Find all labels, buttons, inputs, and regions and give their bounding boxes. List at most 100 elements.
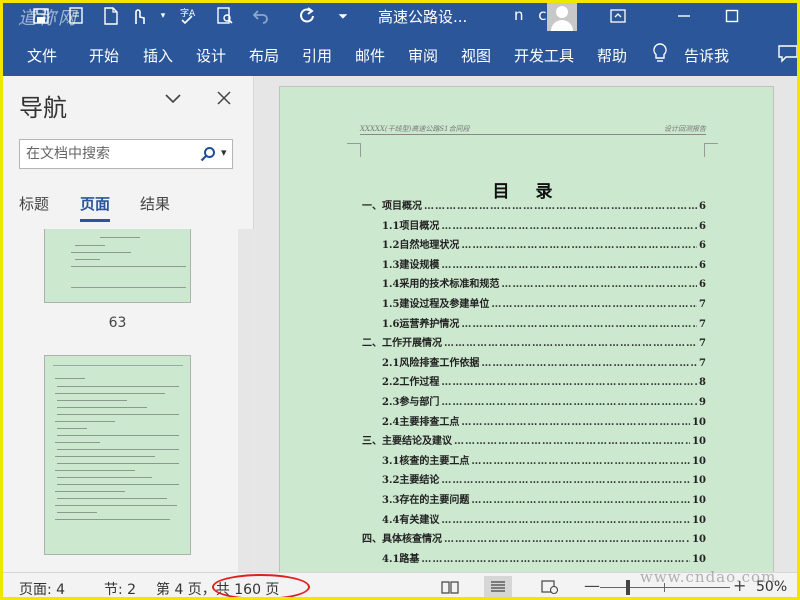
toc-entry-label: 3.1核查的主要工点 xyxy=(382,455,470,467)
page-thumbnail[interactable] xyxy=(44,229,191,303)
toc-entry[interactable]: 三、主要结论及建议…………………………………………………………………………………… xyxy=(362,433,706,447)
tab-design[interactable]: 设计 xyxy=(196,45,226,66)
search-box: ▾ xyxy=(19,139,233,169)
header-left-text: XXXXX(干线型)高速公路S1合同段 xyxy=(360,125,470,133)
undo-icon[interactable] xyxy=(250,4,272,28)
toc-entry-label: 1.6运营养护情况 xyxy=(382,318,460,330)
nav-tab-headings[interactable]: 标题 xyxy=(19,193,49,214)
toc-entry[interactable]: 2.2工作过程………………………………………………………………………………………… xyxy=(382,374,706,388)
status-page[interactable]: 页面: 4 xyxy=(19,579,65,599)
zoom-out-button[interactable]: — xyxy=(584,576,600,595)
toc-entry[interactable]: 1.5建设过程及参建单位…………………………………………………………………………… xyxy=(382,296,706,310)
toc-entry-label: 1.5建设过程及参建单位 xyxy=(382,299,490,310)
tab-references[interactable]: 引用 xyxy=(302,45,332,66)
tab-file[interactable]: 文件 xyxy=(27,45,57,66)
toc-entry-label: 2.4主要排查工点 xyxy=(382,416,460,428)
touch-mode-icon[interactable] xyxy=(66,4,88,28)
toc-leader-dots: …………………………………………………………………………………………………………… xyxy=(441,475,691,487)
zoom-slider-thumb[interactable] xyxy=(626,580,630,595)
tab-review[interactable]: 审阅 xyxy=(408,45,438,66)
toc-entry-label: 1.2自然地理状况 xyxy=(382,240,460,252)
document-title: 高速公路设... xyxy=(378,8,468,26)
nav-tab-results[interactable]: 结果 xyxy=(140,193,170,214)
tab-mailings[interactable]: 邮件 xyxy=(355,45,385,66)
toc-entry-label: 2.2工作过程 xyxy=(382,377,440,389)
toc-entry[interactable]: 二、工作开展情况……………………………………………………………………………………… xyxy=(362,335,706,349)
document-page[interactable]: XXXXX(干线型)高速公路S1合同段 设计回测报告 目 录 一、项目概况………… xyxy=(279,86,774,572)
toc-entry[interactable]: 4.4有关建议………………………………………………………………………………………… xyxy=(382,512,706,526)
new-document-icon[interactable] xyxy=(100,4,122,28)
active-tab-indicator xyxy=(80,219,110,222)
toc-entry[interactable]: 四、具体核查情况……………………………………………………………………………………… xyxy=(362,531,706,545)
save-icon[interactable] xyxy=(30,4,52,28)
search-input[interactable] xyxy=(26,144,194,164)
search-options-chevron-icon[interactable]: ▾ xyxy=(221,146,227,159)
toc-leader-dots: …………………………………………………………………………………………………………… xyxy=(424,201,698,212)
toc-entry[interactable]: 2.4主要排查工点…………………………………………………………………………………… xyxy=(382,414,706,428)
tab-insert[interactable]: 插入 xyxy=(143,45,173,66)
toc-entry-label: 1.4采用的技术标准和规范 xyxy=(382,279,500,291)
tab-help[interactable]: 帮助 xyxy=(597,45,627,66)
page-thumbnail[interactable] xyxy=(44,355,191,555)
toc-entry[interactable]: 1.1项目概况………………………………………………………………………………………… xyxy=(382,218,706,232)
highlight-annotation-circle xyxy=(212,574,310,600)
tab-developer[interactable]: 开发工具 xyxy=(514,45,574,66)
tab-home[interactable]: 开始 xyxy=(89,45,119,66)
toc-entry-page: 7 xyxy=(699,318,706,330)
document-area[interactable]: XXXXX(干线型)高速公路S1合同段 设计回测报告 目 录 一、项目概况………… xyxy=(255,76,800,572)
maximize-icon[interactable] xyxy=(712,2,752,30)
toc-leader-dots: …………………………………………………………………………………………………………… xyxy=(491,299,697,310)
toc-entry-page: 10 xyxy=(692,416,706,428)
nav-tab-pages[interactable]: 页面 xyxy=(80,193,110,214)
print-layout-icon[interactable] xyxy=(484,576,512,598)
toc-leader-dots: …………………………………………………………………………………………………………… xyxy=(461,416,691,428)
spelling-icon[interactable]: 字A xyxy=(178,4,200,28)
nav-pane-scrollbar[interactable] xyxy=(238,229,254,572)
tab-layout[interactable]: 布局 xyxy=(249,45,279,66)
avatar[interactable] xyxy=(547,1,577,31)
toc-entry-page: 7 xyxy=(699,299,706,310)
toc-entry[interactable]: 一、项目概况…………………………………………………………………………………………… xyxy=(362,198,706,212)
toc-entry[interactable]: 2.3参与部门………………………………………………………………………………………… xyxy=(382,394,706,408)
touch-icon[interactable] xyxy=(128,4,150,28)
toc-leader-dots: …………………………………………………………………………………………………………… xyxy=(461,240,698,252)
toc-entry[interactable]: 1.6运营养护情况…………………………………………………………………………………… xyxy=(382,316,706,330)
toc-entry[interactable]: 3.3存在的主要问题………………………………………………………………………………… xyxy=(382,492,706,506)
toc-leader-dots: …………………………………………………………………………………………………………… xyxy=(471,495,691,506)
minimize-icon[interactable] xyxy=(664,2,704,30)
customize-qat-icon[interactable]: ⏷ xyxy=(332,4,354,28)
customize-small-icon[interactable]: ▾ xyxy=(152,4,174,28)
toc-entry-label: 3.3存在的主要问题 xyxy=(382,495,470,506)
read-mode-icon[interactable] xyxy=(436,576,464,598)
toc-entry[interactable]: 3.1核查的主要工点………………………………………………………………………………… xyxy=(382,453,706,467)
toc-entry-page: 6 xyxy=(699,220,706,232)
toc-entry-label: 1.3建设规模 xyxy=(382,259,440,271)
zoom-slider[interactable] xyxy=(600,587,730,588)
search-icon[interactable] xyxy=(200,146,216,162)
toc-entry[interactable]: 1.2自然地理状况…………………………………………………………………………………… xyxy=(382,237,706,251)
nav-pane-title: 导航 xyxy=(19,94,67,122)
user-name[interactable]: n c xyxy=(514,6,552,24)
header-right-text: 设计回测报告 xyxy=(664,125,706,133)
ribbon-display-options-icon[interactable] xyxy=(598,2,638,30)
toc-entry[interactable]: 1.4采用的技术标准和规范………………………………………………………………………… xyxy=(382,276,706,290)
toc-entry-page: 6 xyxy=(699,201,706,212)
redo-icon[interactable] xyxy=(296,4,318,28)
toc-entry-label: 4.4有关建议 xyxy=(382,514,440,526)
toc-leader-dots: …………………………………………………………………………………………………………… xyxy=(454,436,691,448)
chevron-down-icon[interactable] xyxy=(164,90,182,109)
comments-icon[interactable] xyxy=(778,45,798,67)
toc-entry[interactable]: 1.3建设规模………………………………………………………………………………………… xyxy=(382,257,706,271)
tab-view[interactable]: 视图 xyxy=(461,45,491,66)
print-preview-icon[interactable] xyxy=(214,4,236,28)
toc-leader-dots: …………………………………………………………………………………………………………… xyxy=(481,357,697,369)
toc-entry[interactable]: 3.2主要结论………………………………………………………………………………………… xyxy=(382,472,706,486)
toc-entry[interactable]: 4.1路基……………………………………………………………………………………………… xyxy=(382,551,706,565)
tell-me-box[interactable]: 告诉我 xyxy=(684,45,729,66)
crop-mark xyxy=(347,143,361,157)
toc-entry[interactable]: 2.1风险排查工作依据……………………………………………………………………………… xyxy=(382,355,706,369)
status-section[interactable]: 节: 2 xyxy=(104,579,136,599)
web-layout-icon[interactable] xyxy=(536,576,564,598)
toc-entry-page: 10 xyxy=(692,436,706,448)
close-icon[interactable] xyxy=(217,89,231,110)
